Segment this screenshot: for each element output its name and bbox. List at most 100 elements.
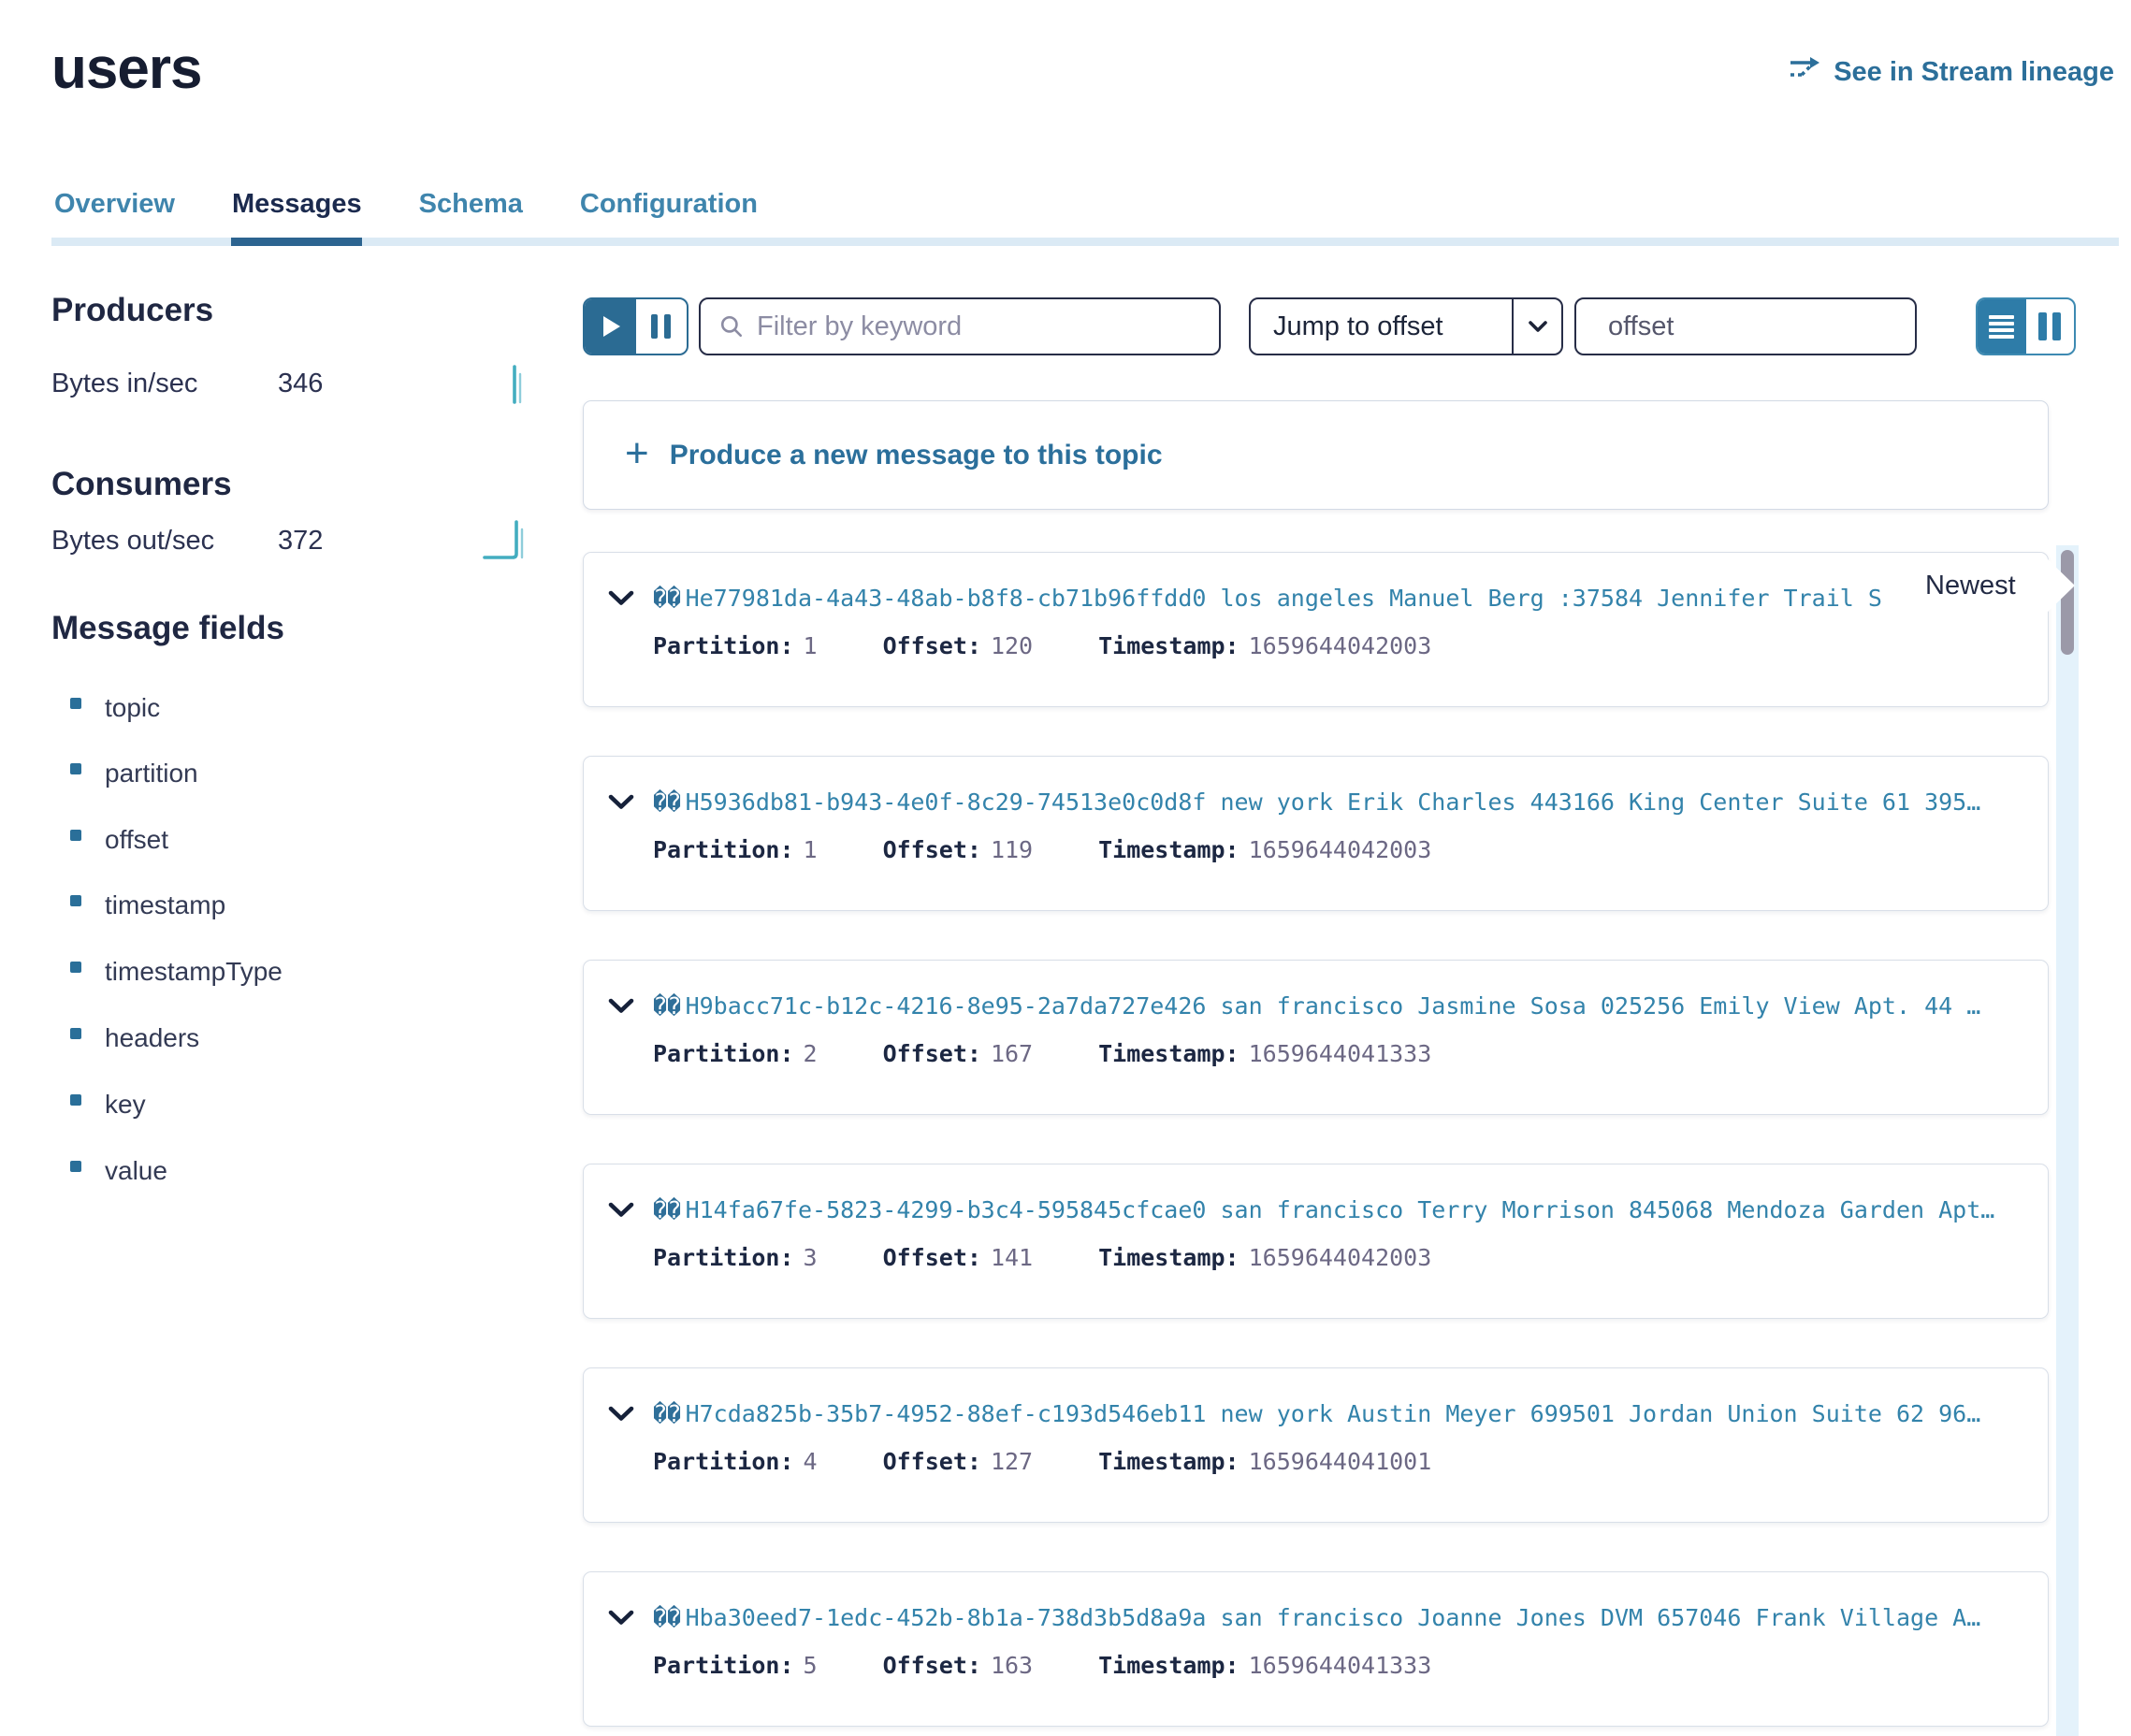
offset-label: Offset:: [883, 1448, 981, 1475]
partition-label: Partition:: [653, 1652, 794, 1679]
replacement-char-glyphs: ��: [653, 585, 681, 612]
stream-lineage-icon: [1789, 54, 1822, 90]
message-meta: Partition:1 Offset:119 Timestamp:1659644…: [653, 836, 2020, 863]
play-pause-toggle[interactable]: [583, 297, 689, 355]
topic-page: users See in Stream lineage Overview Mes…: [0, 0, 2131, 1736]
replacement-char-glyphs: ��: [653, 788, 681, 816]
produce-message-button[interactable]: + Produce a new message to this topic: [583, 400, 2049, 510]
bytes-in-sparkline: [505, 361, 529, 404]
message-key-text: Hba30eed7-1edc-452b-8b1a-738d3b5d8a9a sa…: [686, 1604, 1981, 1631]
play-icon: [603, 316, 620, 337]
timestamp-label: Timestamp:: [1098, 1448, 1239, 1475]
offset-search-field[interactable]: [1574, 297, 1917, 355]
search-icon: [719, 314, 744, 339]
field-item-key[interactable]: key: [105, 1090, 146, 1120]
message-card[interactable]: �� Hba30eed7-1edc-452b-8b1a-738d3b5d8a9a…: [583, 1571, 2049, 1727]
partition-value: 2: [804, 1040, 818, 1067]
partition-label: Partition:: [653, 836, 794, 863]
offset-label: Offset:: [883, 1652, 981, 1679]
pause-button[interactable]: [636, 299, 688, 354]
timestamp-label: Timestamp:: [1098, 836, 1239, 863]
partition-label: Partition:: [653, 1040, 794, 1067]
partition-value: 4: [804, 1448, 818, 1475]
jump-to-offset-select[interactable]: Jump to offset: [1249, 297, 1563, 355]
newest-tooltip-label: Newest: [1925, 571, 2016, 601]
partition-label: Partition:: [653, 1244, 794, 1271]
message-card[interactable]: �� H14fa67fe-5823-4299-b3c4-595845cfcae0…: [583, 1164, 2049, 1319]
field-bullet-icon: [70, 763, 81, 774]
bytes-in-value: 346: [278, 369, 323, 399]
chevron-down-icon[interactable]: [608, 1202, 634, 1218]
field-bullet-icon: [70, 895, 81, 906]
offset-label: Offset:: [883, 632, 981, 659]
newest-tooltip: Newest: [1901, 557, 2075, 615]
message-card[interactable]: �� He77981da-4a43-48ab-b8f8-cb71b96ffdd0…: [583, 552, 2049, 707]
tab-overview[interactable]: Overview: [54, 189, 175, 220]
message-key-text: H5936db81-b943-4e0f-8c29-74513e0c0d8f ne…: [686, 788, 1981, 816]
bytes-out-sparkline: [483, 514, 531, 561]
offset-label: Offset:: [883, 836, 981, 863]
field-item-offset[interactable]: offset: [105, 825, 168, 855]
stream-lineage-link[interactable]: See in Stream lineage: [1789, 54, 2114, 90]
view-mode-toggle[interactable]: [1976, 297, 2076, 355]
producers-heading: Producers: [51, 292, 213, 329]
bytes-out-value: 372: [278, 526, 323, 557]
message-card[interactable]: �� H7cda825b-35b7-4952-88ef-c193d546eb11…: [583, 1367, 2049, 1523]
timestamp-value: 1659644041333: [1249, 1652, 1432, 1679]
column-view-button[interactable]: [2026, 299, 2075, 354]
message-key-text: H9bacc71c-b12c-4216-8e95-2a7da727e426 sa…: [686, 992, 1981, 1020]
timestamp-value: 1659644042003: [1249, 632, 1432, 659]
filter-input[interactable]: [757, 311, 1200, 342]
offset-search-input[interactable]: [1608, 311, 1961, 342]
play-button[interactable]: [585, 299, 636, 354]
list-view-button[interactable]: [1978, 299, 2026, 354]
replacement-char-glyphs: ��: [653, 992, 681, 1020]
chevron-down-icon[interactable]: [608, 794, 634, 810]
offset-value: 119: [991, 836, 1033, 863]
chevron-down-icon[interactable]: [608, 1610, 634, 1626]
list-view-icon: [1989, 312, 2014, 341]
replacement-char-glyphs: ��: [653, 1196, 681, 1223]
message-key-text: H14fa67fe-5823-4299-b3c4-595845cfcae0 sa…: [686, 1196, 1995, 1223]
plus-icon: +: [625, 433, 649, 474]
chevron-down-icon[interactable]: [608, 998, 634, 1014]
filter-field[interactable]: [699, 297, 1221, 355]
field-item-headers[interactable]: headers: [105, 1023, 199, 1053]
tab-messages[interactable]: Messages: [232, 189, 362, 220]
page-title: users: [51, 36, 201, 102]
replacement-char-glyphs: ��: [653, 1604, 681, 1631]
field-bullet-icon: [70, 1028, 81, 1039]
message-meta: Partition:1 Offset:120 Timestamp:1659644…: [653, 632, 2020, 659]
bytes-in-label: Bytes in/sec: [51, 369, 197, 399]
tab-schema[interactable]: Schema: [419, 189, 523, 220]
tab-configuration[interactable]: Configuration: [580, 189, 758, 220]
scrollbar-track[interactable]: [2056, 545, 2079, 1736]
field-item-value[interactable]: value: [105, 1156, 167, 1186]
message-card[interactable]: �� H9bacc71c-b12c-4216-8e95-2a7da727e426…: [583, 960, 2049, 1115]
replacement-char-glyphs: ��: [653, 1400, 681, 1427]
chevron-down-icon[interactable]: [608, 1406, 634, 1422]
field-item-timestamp[interactable]: timestamp: [105, 890, 225, 920]
field-bullet-icon: [70, 1161, 81, 1172]
timestamp-value: 1659644041001: [1249, 1448, 1432, 1475]
timestamp-label: Timestamp:: [1098, 1652, 1239, 1679]
timestamp-label: Timestamp:: [1098, 1244, 1239, 1271]
field-item-topic[interactable]: topic: [105, 693, 160, 723]
jump-to-offset-value: Jump to offset: [1251, 311, 1512, 342]
message-card[interactable]: �� H5936db81-b943-4e0f-8c29-74513e0c0d8f…: [583, 756, 2049, 911]
scrollbar-thumb[interactable]: [2061, 550, 2074, 655]
chevron-down-icon[interactable]: [608, 590, 634, 606]
partition-label: Partition:: [653, 1448, 794, 1475]
field-item-partition[interactable]: partition: [105, 759, 198, 788]
partition-value: 1: [804, 632, 818, 659]
partition-label: Partition:: [653, 632, 794, 659]
field-bullet-icon: [70, 962, 81, 973]
timestamp-value: 1659644041333: [1249, 1040, 1432, 1067]
chevron-down-icon: [1514, 321, 1561, 333]
offset-label: Offset:: [883, 1040, 981, 1067]
offset-value: 127: [991, 1448, 1033, 1475]
message-key-text: H7cda825b-35b7-4952-88ef-c193d546eb11 ne…: [686, 1400, 1981, 1427]
timestamp-value: 1659644042003: [1249, 836, 1432, 863]
field-item-timestampType[interactable]: timestampType: [105, 957, 283, 987]
message-fields-heading: Message fields: [51, 610, 284, 647]
